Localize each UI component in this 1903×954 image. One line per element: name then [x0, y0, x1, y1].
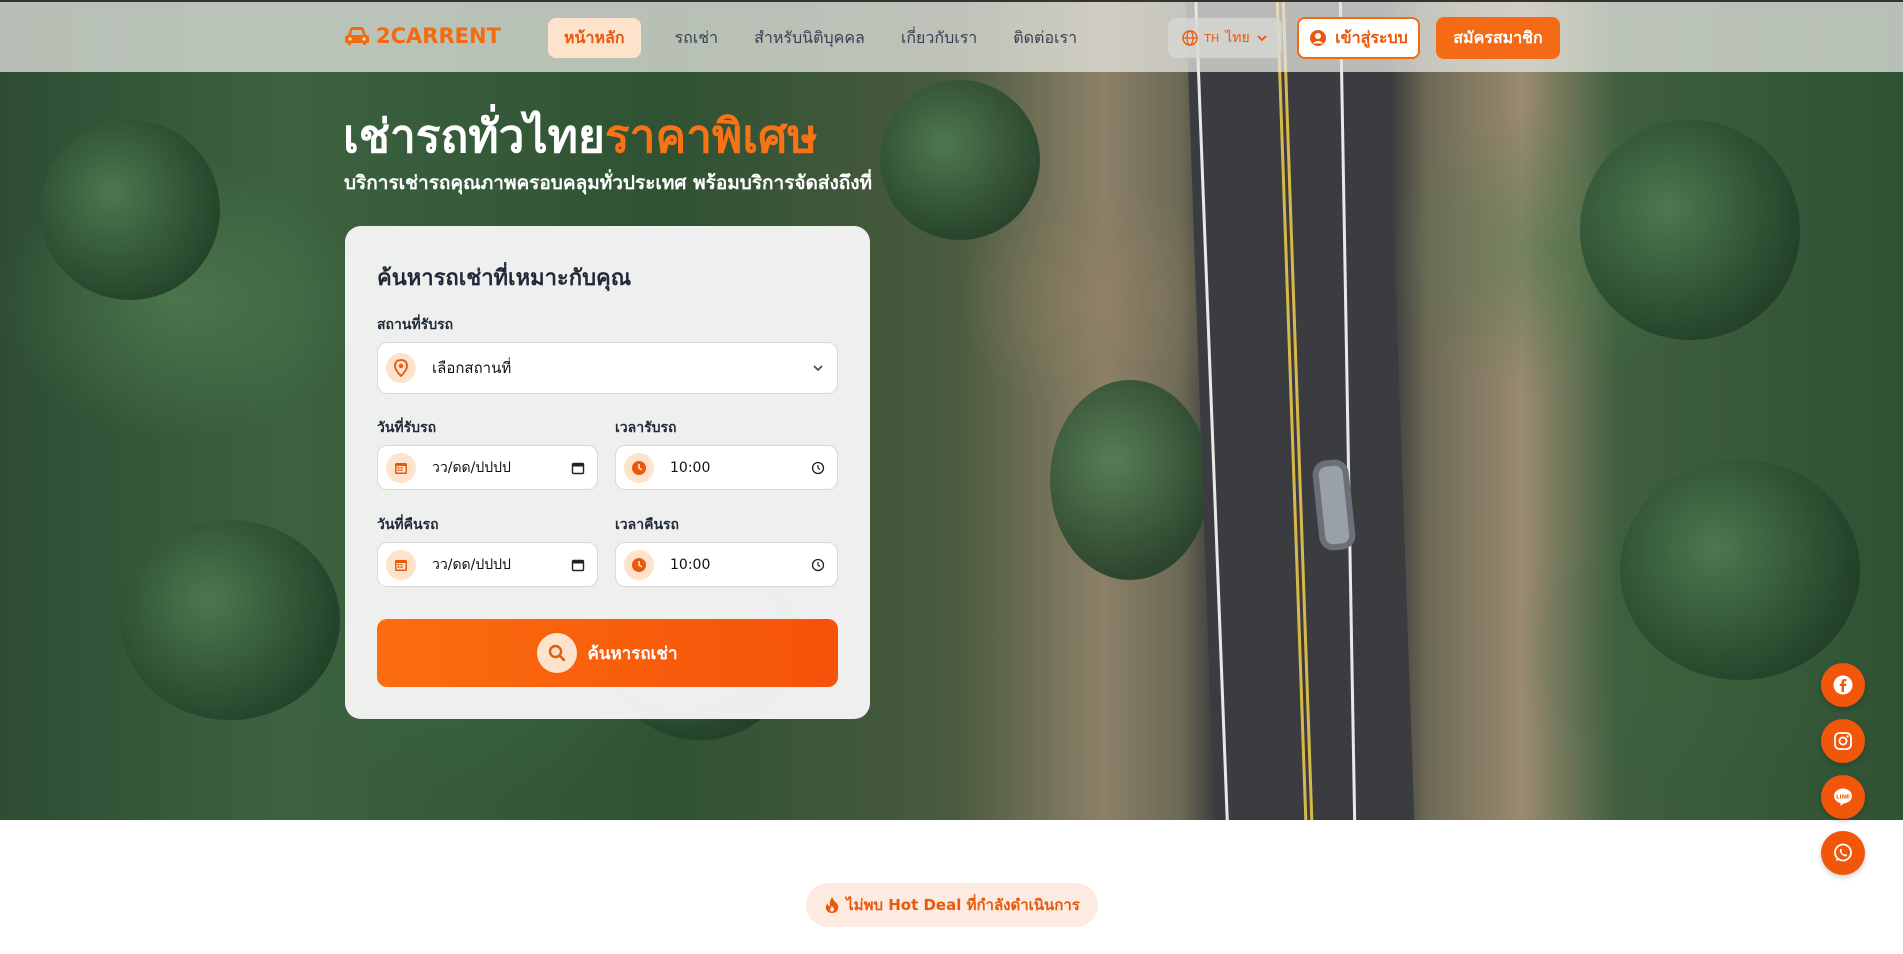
language-label: ไทย: [1225, 30, 1250, 46]
language-code: TH: [1204, 31, 1220, 45]
search-icon: [537, 633, 578, 673]
brand-logo[interactable]: 2CARRENT: [344, 24, 501, 48]
pickup-location-select[interactable]: เลือกสถานที่: [377, 342, 838, 394]
return-time-input[interactable]: 10:00: [615, 542, 838, 587]
return-date-input[interactable]: วว/ดด/ปปปป: [377, 542, 598, 587]
chevron-down-icon: [1257, 35, 1267, 42]
facebook-button[interactable]: [1821, 663, 1865, 707]
hero-title-accent: ราคาพิเศษ: [604, 109, 818, 163]
login-label: เข้าสู่ระบบ: [1335, 27, 1408, 47]
return-date-value: วว/ดด/ปปปป: [432, 556, 511, 573]
instagram-button[interactable]: [1821, 719, 1865, 763]
tree: [1620, 460, 1860, 680]
calendar-picker-icon[interactable]: [571, 461, 585, 475]
login-button[interactable]: เข้าสู่ระบบ: [1297, 17, 1420, 59]
tree: [1580, 120, 1800, 340]
hotdeal-text: ไม่พบ Hot Deal ที่กำลังดำเนินการ: [846, 896, 1080, 914]
search-card: ค้นหารถเช่าที่เหมาะกับคุณ สถานที่รับรถ เ…: [345, 226, 870, 719]
instagram-icon: [1834, 732, 1852, 750]
hero-title: เช่ารถทั่วไทยราคาพิเศษ: [343, 100, 818, 173]
tree: [120, 520, 340, 720]
nav-item-home[interactable]: หน้าหลัก: [548, 18, 641, 58]
pickup-location-label: สถานที่รับรถ: [377, 317, 454, 333]
whatsapp-button[interactable]: [1821, 831, 1865, 875]
fire-icon: [825, 897, 839, 913]
clock-icon: [624, 452, 654, 483]
clock-picker-icon[interactable]: [811, 461, 825, 475]
main-nav: หน้าหลัก รถเช่า สำหรับนิติบุคคล เกี่ยวกั…: [548, 18, 1093, 58]
nav-item-contact[interactable]: ติดต่อเรา: [997, 18, 1093, 58]
pickup-time-value: 10:00: [670, 459, 711, 476]
tree: [40, 120, 220, 300]
pickup-time-label: เวลารับรถ: [615, 420, 677, 436]
brand-name: 2CARRENT: [376, 24, 501, 48]
whatsapp-icon: [1834, 843, 1852, 862]
line-icon: LINE: [1834, 788, 1852, 806]
pickup-time-input[interactable]: 10:00: [615, 445, 838, 490]
car-icon: [345, 27, 369, 45]
pickup-date-value: วว/ดด/ปปปป: [432, 459, 511, 476]
calendar-icon: [386, 549, 416, 580]
tree: [1050, 380, 1210, 580]
pickup-date-label: วันที่รับรถ: [377, 420, 437, 436]
nav-item-corporate[interactable]: สำหรับนิติบุคคล: [738, 18, 881, 58]
nav-item-rental-cars[interactable]: รถเช่า: [659, 18, 735, 58]
clock-picker-icon[interactable]: [811, 558, 825, 572]
return-date-label: วันที่คืนรถ: [377, 517, 439, 533]
line-button[interactable]: LINE: [1821, 775, 1865, 819]
globe-icon: [1182, 30, 1198, 46]
hero-title-main: เช่ารถทั่วไทย: [343, 109, 605, 163]
chevron-down-icon: [813, 365, 823, 372]
top-navbar: 2CARRENT หน้าหลัก รถเช่า สำหรับนิติบุคคล…: [0, 0, 1903, 72]
svg-text:LINE: LINE: [1836, 795, 1850, 801]
user-circle-icon: [1310, 30, 1327, 46]
return-time-label: เวลาคืนรถ: [615, 517, 680, 533]
signup-button[interactable]: สมัครสมาชิก: [1436, 17, 1560, 59]
nav-item-about[interactable]: เกี่ยวกับเรา: [885, 18, 993, 58]
language-selector[interactable]: TH ไทย: [1168, 18, 1282, 58]
location-pin-icon: [386, 353, 416, 383]
calendar-picker-icon[interactable]: [571, 558, 585, 572]
calendar-icon: [386, 452, 416, 483]
pickup-date-input[interactable]: วว/ดด/ปปปป: [377, 445, 598, 490]
search-button[interactable]: ค้นหารถเช่า: [377, 619, 838, 687]
tree: [880, 80, 1040, 240]
hero-subtitle: บริการเช่ารถคุณภาพครอบคลุมทั่วประเทศ พร้…: [344, 172, 873, 194]
search-card-title: ค้นหารถเช่าที่เหมาะกับคุณ: [377, 266, 632, 291]
pickup-location-value: เลือกสถานที่: [432, 359, 512, 377]
search-button-label: ค้นหารถเช่า: [587, 643, 678, 664]
facebook-icon: [1833, 675, 1853, 695]
hotdeal-badge: ไม่พบ Hot Deal ที่กำลังดำเนินการ: [806, 883, 1098, 927]
hero-background: [0, 0, 1903, 820]
clock-icon: [624, 549, 654, 580]
return-time-value: 10:00: [670, 556, 711, 573]
